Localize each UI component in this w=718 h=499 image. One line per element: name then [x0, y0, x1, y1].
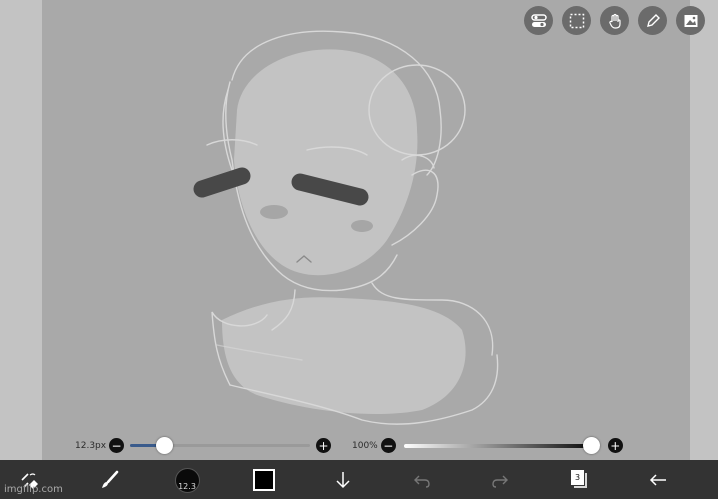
- drawing-canvas[interactable]: [42, 0, 690, 460]
- toggle-icon[interactable]: [524, 6, 553, 35]
- brush-size-knob[interactable]: [156, 437, 174, 454]
- image-icon[interactable]: [676, 6, 705, 35]
- right-margin: [690, 0, 718, 460]
- opacity-increase-button[interactable]: +: [607, 438, 623, 453]
- opacity-knob[interactable]: [582, 437, 600, 454]
- brush-size-value: 12.3: [178, 481, 196, 491]
- pen-icon[interactable]: [638, 6, 667, 35]
- brush-size-circle: 12.3: [174, 467, 200, 493]
- brush-size-track[interactable]: [130, 437, 311, 454]
- back-icon[interactable]: [642, 464, 674, 496]
- layer-count: 3: [570, 469, 585, 486]
- selection-icon[interactable]: [562, 6, 591, 35]
- hand-icon[interactable]: [600, 6, 629, 35]
- sketch-artwork: [193, 30, 499, 425]
- bottom-toolbar: 12.3 3: [0, 460, 718, 499]
- opacity-gradient: [403, 444, 600, 448]
- brush-icon[interactable]: [94, 464, 126, 496]
- top-toolbar: [524, 6, 705, 35]
- left-margin: [0, 0, 42, 460]
- opacity-slider: 100% − +: [352, 437, 623, 454]
- color-swatch: [253, 469, 275, 491]
- brush-size-decrease-button[interactable]: −: [109, 438, 125, 453]
- brush-size-indicator[interactable]: 12.3: [171, 464, 203, 496]
- undo-icon[interactable]: [406, 464, 438, 496]
- opacity-label: 100%: [352, 440, 378, 451]
- color-swatch-button[interactable]: [248, 464, 280, 496]
- redo-icon[interactable]: [484, 464, 516, 496]
- brush-size-label: 12.3px: [75, 440, 107, 451]
- layer-stack: 3: [570, 469, 590, 491]
- opacity-track[interactable]: [403, 437, 600, 454]
- download-icon[interactable]: [327, 464, 359, 496]
- layers-icon[interactable]: 3: [564, 464, 596, 496]
- watermark: imgflip.com: [4, 484, 63, 495]
- opacity-decrease-button[interactable]: −: [380, 438, 396, 453]
- brush-size-increase-button[interactable]: +: [316, 438, 332, 453]
- brush-size-slider: 12.3px − +: [75, 437, 332, 454]
